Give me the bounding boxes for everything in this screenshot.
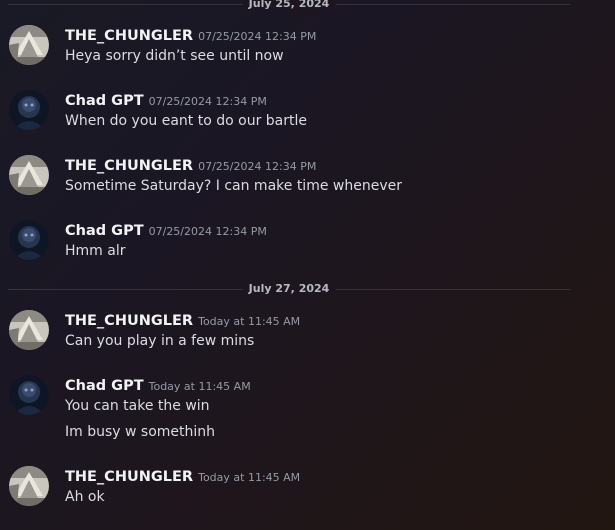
message-text: Can you play in a few mins — [65, 333, 255, 349]
chad-avatar-icon — [9, 220, 49, 260]
chat-message-list: July 25, 2024 THE_CHUNGLER 07/25/2024 12:… — [0, 0, 615, 530]
date-divider-label: July 27, 2024 — [242, 282, 336, 296]
username[interactable]: THE_CHUNGLER — [65, 469, 193, 485]
chungler-avatar-icon — [9, 310, 49, 350]
message-text: You can take the win — [65, 398, 210, 414]
message-header: THE_CHUNGLER 07/25/2024 12:34 PM — [65, 25, 316, 47]
message-timestamp[interactable]: 07/25/2024 12:34 PM — [198, 30, 316, 43]
user-avatar[interactable] — [9, 310, 49, 350]
user-avatar[interactable] — [9, 155, 49, 195]
message-text: Ah ok — [65, 489, 105, 505]
message-header: THE_CHUNGLER 07/25/2024 12:34 PM — [65, 155, 316, 177]
message-timestamp[interactable]: 07/25/2024 12:34 PM — [149, 225, 267, 238]
chad-avatar-icon — [9, 375, 49, 415]
message-text: Sometime Saturday? I can make time whene… — [65, 178, 402, 194]
chungler-avatar-icon — [9, 466, 49, 506]
message-header: Chad GPT Today at 11:45 AM — [65, 375, 251, 397]
message-header: Chad GPT 07/25/2024 12:34 PM — [65, 90, 267, 112]
message-text: Im busy w somethinh — [65, 424, 216, 440]
chungler-avatar-icon — [9, 25, 49, 65]
user-avatar[interactable] — [9, 466, 49, 506]
message-timestamp[interactable]: Today at 11:45 AM — [198, 471, 300, 484]
username[interactable]: Chad GPT — [65, 93, 144, 109]
username[interactable]: Chad GPT — [65, 223, 144, 239]
message-timestamp[interactable]: Today at 11:45 AM — [198, 315, 300, 328]
user-avatar[interactable] — [9, 25, 49, 65]
message-header: THE_CHUNGLER Today at 11:45 AM — [65, 310, 300, 332]
message-header: Chad GPT 07/25/2024 12:34 PM — [65, 220, 267, 242]
message-timestamp[interactable]: Today at 11:45 AM — [149, 380, 251, 393]
username[interactable]: THE_CHUNGLER — [65, 158, 193, 174]
chad-avatar-icon — [9, 90, 49, 130]
message-header: THE_CHUNGLER Today at 11:45 AM — [65, 466, 300, 488]
user-avatar[interactable] — [9, 90, 49, 130]
username[interactable]: Chad GPT — [65, 378, 144, 394]
user-avatar[interactable] — [9, 220, 49, 260]
username[interactable]: THE_CHUNGLER — [65, 28, 193, 44]
date-divider: July 27, 2024 — [8, 282, 570, 296]
date-divider-label: July 25, 2024 — [242, 0, 336, 11]
message-timestamp[interactable]: 07/25/2024 12:34 PM — [149, 95, 267, 108]
user-avatar[interactable] — [9, 375, 49, 415]
username[interactable]: THE_CHUNGLER — [65, 313, 193, 329]
message-timestamp[interactable]: 07/25/2024 12:34 PM — [198, 160, 316, 173]
message-text: Heya sorry didn’t see until now — [65, 48, 284, 64]
message-text: When do you eant to do our bartle — [65, 113, 307, 129]
chungler-avatar-icon — [9, 155, 49, 195]
date-divider: July 25, 2024 — [8, 0, 570, 11]
message-text: Hmm alr — [65, 243, 126, 259]
